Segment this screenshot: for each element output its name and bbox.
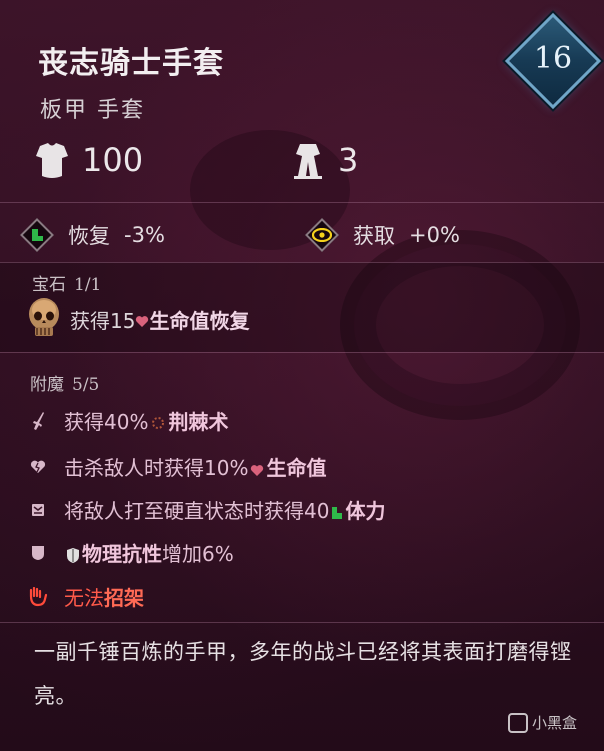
weight-value: 3	[338, 141, 359, 179]
armor-value: 100	[82, 141, 144, 179]
divider	[0, 262, 604, 263]
recover-value: -3%	[124, 223, 165, 247]
enchant-prefix: 将敌人打至硬直状态时获得40	[64, 499, 330, 523]
watermark-text: 小黑盒	[532, 714, 578, 732]
recover-icon	[20, 218, 54, 252]
armor-icon	[36, 143, 68, 178]
recover-attribute: 恢复 -3%	[20, 218, 165, 252]
enchant-item-negative: 无法招架	[28, 582, 144, 611]
enchant-item: 击杀敌人时获得10% 生命值	[28, 452, 326, 481]
stagger-icon	[28, 499, 48, 521]
sword-icon	[28, 410, 48, 432]
item-name: 丧志骑士手套	[38, 46, 224, 81]
enchant-prefix: 获得40%	[64, 410, 149, 434]
divider	[0, 352, 604, 353]
gem-effect-name: 生命值恢复	[149, 308, 250, 333]
red-hand-icon	[28, 586, 48, 608]
enchant-name: 荆棘术	[168, 410, 229, 434]
enchant-count: 5/5	[72, 375, 100, 395]
gain-attribute: 获取 +0%	[305, 218, 460, 252]
divider	[0, 622, 604, 623]
gain-label: 获取	[353, 224, 395, 248]
gem-label: 宝石	[32, 275, 66, 295]
skull-gem-icon	[29, 298, 59, 336]
item-tooltip: 丧志骑士手套 板甲 手套 16 100 3 恢复 -3% 获取 +0% 宝石 1/	[0, 0, 604, 751]
armor-stat: 100	[34, 140, 143, 180]
recover-label: 恢复	[68, 224, 110, 248]
flavor-text: 一副千锤百炼的手甲，多年的战斗已经将其表面打磨得铿亮。	[34, 640, 572, 708]
gem-count: 1/1	[74, 275, 102, 295]
enchant-item: 将敌人打至硬直状态时获得40 体力	[28, 495, 385, 524]
gain-value: +0%	[409, 223, 460, 247]
gem-slot[interactable]: 获得15 生命值恢复	[24, 296, 249, 342]
thorns-icon	[152, 417, 165, 429]
enchant-name: 体力	[345, 499, 386, 523]
enchant-item: 获得40% 荆棘术	[28, 406, 228, 435]
heart-icon	[251, 465, 264, 476]
enchant-prefix: 无法	[64, 586, 104, 610]
enchant-name: 物理抗性	[82, 542, 162, 566]
enchant-item: 物理抗性增加6%	[28, 538, 234, 567]
gem-effect-prefix: 获得15	[70, 308, 136, 333]
weight-icon	[294, 144, 322, 179]
gain-icon	[305, 218, 339, 252]
divider	[0, 202, 604, 203]
physical-resist-icon	[67, 548, 79, 563]
enchant-suffix: 增加6%	[162, 542, 234, 566]
heart-icon	[136, 315, 149, 327]
item-type: 板甲 手套	[40, 98, 145, 123]
watermark: 小黑盒	[508, 712, 577, 733]
gem-header: 宝石 1/1	[32, 270, 101, 295]
stamina-icon	[332, 507, 343, 519]
heybox-logo-icon	[508, 712, 528, 733]
weight-stat: 3	[290, 140, 358, 180]
enchant-name: 生命值	[266, 456, 327, 480]
broken-heart-icon	[28, 456, 48, 478]
level-value: 16	[533, 41, 573, 76]
enchant-prefix: 击杀敌人时获得10%	[64, 456, 249, 480]
enchant-name: 招架	[104, 586, 144, 610]
shield-icon	[28, 542, 48, 564]
enchant-header: 附魔 5/5	[30, 370, 99, 395]
enchant-label: 附魔	[30, 375, 64, 395]
gem-effect: 获得15 生命值恢复	[70, 305, 249, 334]
